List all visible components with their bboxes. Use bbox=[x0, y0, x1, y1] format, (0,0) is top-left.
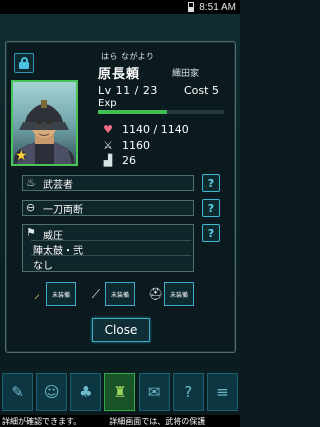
toolbar-button-castle[interactable]: ♜ bbox=[104, 373, 136, 411]
rarity-star-icon: ★ bbox=[15, 148, 28, 164]
scroll-icon: ✎ bbox=[11, 383, 24, 401]
status-bar: 8:51 AM bbox=[0, 0, 240, 14]
flame-icon: ♨ bbox=[26, 176, 36, 189]
skill-2-help-button[interactable]: ? bbox=[202, 199, 220, 217]
exp-bar bbox=[98, 110, 224, 114]
toolbar-button-chat[interactable]: ✉ bbox=[138, 373, 170, 411]
speed-value: 26 bbox=[122, 154, 136, 167]
skill-label: 一刀両断 bbox=[43, 204, 83, 216]
skill-row-1: ♨ 武芸者 bbox=[22, 175, 194, 191]
equip-slot-1: ⸝ 未装備 bbox=[30, 282, 76, 306]
castle-icon: ♜ bbox=[113, 383, 127, 401]
level-text: Lv 11 / 23 bbox=[98, 84, 158, 97]
equip-button-1[interactable]: 未装備 bbox=[46, 282, 76, 306]
slash-icon: ⊖ bbox=[26, 201, 36, 214]
spear-icon: ⟋ bbox=[91, 287, 101, 301]
toolbar-button-person[interactable]: ☺ bbox=[36, 373, 68, 411]
hp-value: 1140 / 1140 bbox=[122, 123, 189, 136]
lock-button[interactable] bbox=[14, 53, 34, 73]
exp-bar-fill bbox=[98, 110, 168, 114]
name-reading: はら ながより bbox=[101, 52, 155, 61]
lock-icon bbox=[18, 57, 30, 69]
toolbar-button-help[interactable]: ? bbox=[172, 373, 204, 411]
skill-label: 武芸者 bbox=[43, 179, 73, 191]
stat-speed: ▟ 26 bbox=[102, 154, 136, 167]
toolbar-button-menu[interactable]: ≡ bbox=[206, 373, 238, 411]
ticker-right: 詳細画面では、武将の保護 bbox=[109, 416, 206, 426]
toolbar-button-scroll[interactable]: ✎ bbox=[2, 373, 33, 411]
officer-detail-dialog: はら ながより 原長頼 織田家 ★ Lv 11 / 23 Cost 5 Exp … bbox=[5, 41, 236, 353]
person-icon: ☺ bbox=[43, 383, 60, 401]
attack-value: 1160 bbox=[122, 139, 150, 152]
clan-name: 織田家 bbox=[172, 69, 200, 79]
flag-icon: ⚑ bbox=[26, 226, 36, 239]
equip-slot-2: ⟋ 未装備 bbox=[89, 282, 135, 306]
chat-icon: ✉ bbox=[147, 383, 161, 401]
sword-icon: ⸝ bbox=[33, 287, 40, 301]
tree-icon: ♣ bbox=[79, 383, 93, 401]
bottom-toolbar: ✎ ☺ ♣ ♜ ✉ ? ≡ bbox=[0, 373, 240, 415]
sword-icon: ⚔ bbox=[103, 139, 113, 152]
hint-ticker: 詳細が確認できます。 詳細画面では、武将の保護 bbox=[0, 415, 240, 427]
menu-icon: ≡ bbox=[216, 383, 229, 401]
officer-name: 原長頼 bbox=[98, 67, 141, 82]
ticker-left: 詳細が確認できます。 bbox=[2, 416, 82, 426]
stat-attack: ⚔ 1160 bbox=[102, 139, 150, 152]
skill-1-help-button[interactable]: ? bbox=[202, 174, 220, 192]
heart-icon: ♥ bbox=[103, 123, 113, 136]
skill-row-2: ⊖ 一刀両断 bbox=[22, 200, 194, 216]
helmet-icon: ⛑ bbox=[148, 287, 164, 301]
close-button[interactable]: Close bbox=[92, 318, 150, 342]
exp-label: Exp bbox=[98, 98, 117, 109]
equip-slot-3: ⛑ 未装備 bbox=[148, 282, 194, 306]
boot-icon: ▟ bbox=[103, 154, 113, 167]
tactic-extra: なし bbox=[33, 261, 53, 272]
tactic-box: ⚑ 威圧 陣太鼓・弐 なし bbox=[22, 224, 194, 272]
toolbar-button-tree[interactable]: ♣ bbox=[70, 373, 102, 411]
equip-button-2[interactable]: 未装備 bbox=[105, 282, 135, 306]
clock: 8:51 AM bbox=[199, 1, 236, 13]
help-icon: ? bbox=[184, 383, 193, 401]
battery-icon bbox=[188, 2, 195, 12]
tactic-help-button[interactable]: ? bbox=[202, 224, 220, 242]
cost-text: Cost 5 bbox=[184, 84, 219, 97]
officer-portrait: ★ bbox=[11, 80, 78, 166]
stat-hp: ♥ 1140 / 1140 bbox=[102, 123, 189, 136]
equip-button-3[interactable]: 未装備 bbox=[164, 282, 194, 306]
